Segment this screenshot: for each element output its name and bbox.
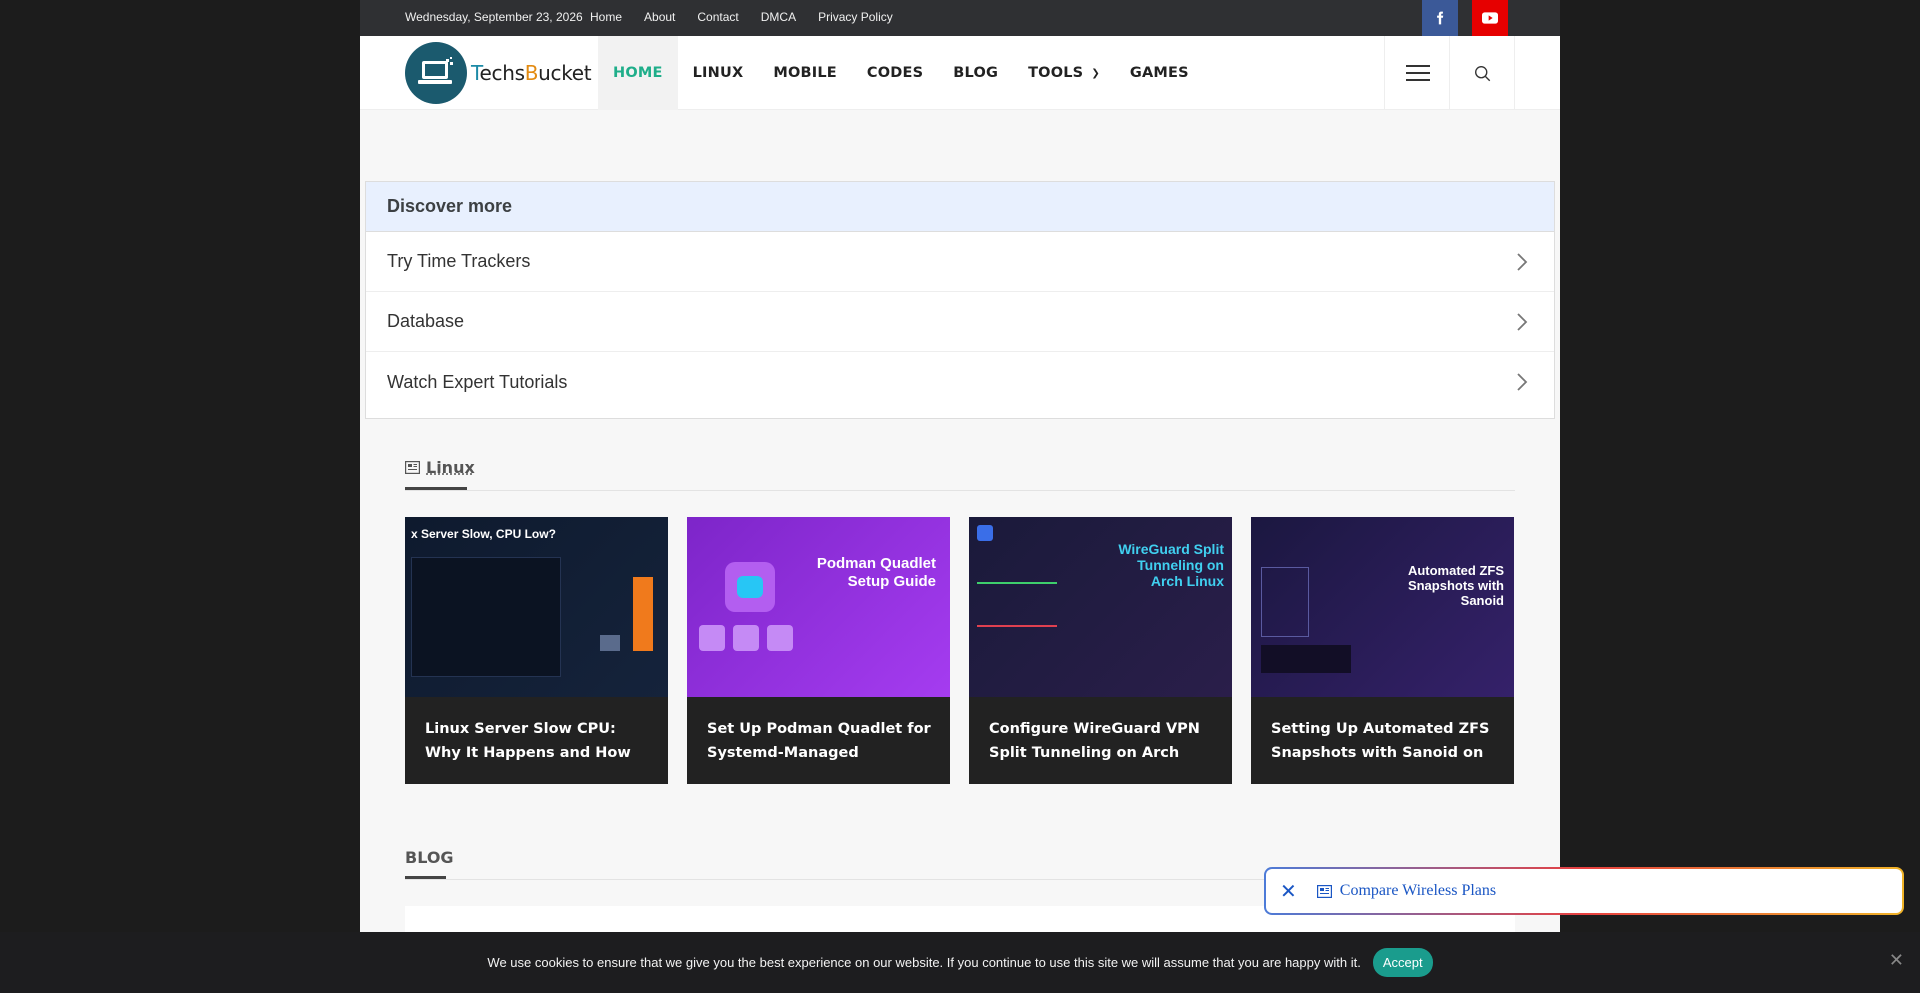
thumb-text: Podman Quadlet Setup Guide — [816, 555, 936, 590]
nav-tools-label: TOOLS — [1028, 65, 1084, 81]
youtube-icon — [1482, 12, 1498, 24]
facebook-icon — [1437, 11, 1444, 25]
top-bar: Wednesday, September 23, 2026 Home About… — [360, 0, 1560, 36]
main-header: TechsBucket HOME LINUX MOBILE CODES BLOG… — [360, 36, 1560, 110]
block-graphic — [733, 625, 759, 651]
linux-cards: x Server Slow, CPU Low? Linux Server Slo… — [405, 517, 1514, 784]
youtube-button[interactable] — [1472, 0, 1508, 36]
terminal-graphic — [411, 557, 561, 677]
top-link-home[interactable]: Home — [590, 0, 622, 34]
newspaper-icon — [405, 461, 420, 474]
post-title[interactable]: Linux Server Slow CPU: Why It Happens an… — [425, 717, 650, 765]
site-logo[interactable]: TechsBucket — [405, 42, 592, 104]
search-button[interactable] — [1449, 36, 1515, 110]
discover-item[interactable]: Watch Expert Tutorials — [366, 352, 1554, 412]
brand-text-echs: echs — [479, 61, 526, 85]
chevron-right-icon — [1517, 312, 1528, 331]
nav-home[interactable]: HOME — [598, 36, 678, 110]
top-links: Home About Contact DMCA Privacy Policy — [590, 0, 915, 34]
thumb-text: x Server Slow, CPU Low? — [411, 527, 556, 541]
linux-section-label: Linux — [426, 458, 475, 477]
nav-blog[interactable]: BLOG — [938, 36, 1013, 110]
brand-letter-b: B — [524, 61, 539, 85]
facebook-button[interactable] — [1422, 0, 1458, 36]
discover-item[interactable]: Database — [366, 292, 1554, 352]
chevron-down-icon: ❯ — [1091, 67, 1100, 79]
ad-banner[interactable]: ✕ Compare Wireless Plans — [1264, 867, 1904, 915]
close-ad-icon[interactable]: ✕ — [1280, 879, 1297, 904]
line-graphic — [977, 582, 1057, 584]
current-date: Wednesday, September 23, 2026 — [405, 10, 583, 24]
post-thumbnail: WireGuard Split Tunneling on Arch Linux — [969, 517, 1232, 697]
section-divider — [405, 490, 1515, 491]
post-card[interactable]: Podman Quadlet Setup Guide Set Up Podman… — [687, 517, 950, 784]
blog-section-title[interactable]: BLOG — [405, 848, 454, 867]
cookie-banner: We use cookies to ensure that we give yo… — [0, 932, 1920, 993]
podman-logo-icon — [725, 562, 775, 612]
main-nav: HOME LINUX MOBILE CODES BLOG TOOLS ❯ GAME… — [598, 36, 1204, 110]
discover-item-label: Try Time Trackers — [387, 251, 531, 271]
discover-item[interactable]: Try Time Trackers — [366, 232, 1554, 292]
block-graphic — [767, 625, 793, 651]
logo-circle — [405, 42, 467, 104]
post-thumbnail: Automated ZFS Snapshots with Sanoid — [1251, 517, 1514, 697]
discover-item-label: Database — [387, 311, 465, 331]
chevron-right-icon — [1517, 252, 1528, 271]
section-accent — [405, 487, 467, 490]
close-icon[interactable]: ✕ — [1889, 950, 1904, 971]
section-accent — [405, 876, 446, 879]
post-title[interactable]: Set Up Podman Quadlet for Systemd-Manage… — [707, 717, 932, 765]
chevron-right-icon — [1517, 373, 1528, 391]
top-link-contact[interactable]: Contact — [697, 0, 738, 34]
blog-section-label: BLOG — [405, 848, 454, 867]
search-icon — [1474, 65, 1490, 81]
nav-tools[interactable]: TOOLS ❯ — [1013, 36, 1115, 110]
brand-letter-t: T — [471, 61, 480, 85]
newspaper-icon — [1316, 884, 1332, 898]
post-thumbnail: x Server Slow, CPU Low? — [405, 517, 668, 697]
brand-text-ucket: ucket — [538, 61, 592, 85]
laptop-logo-icon — [418, 57, 453, 84]
panel-graphic — [1261, 567, 1309, 637]
ad-link[interactable]: Compare Wireless Plans — [1340, 882, 1496, 900]
post-title[interactable]: Setting Up Automated ZFS Snapshots with … — [1271, 717, 1496, 765]
post-card[interactable]: WireGuard Split Tunneling on Arch Linux … — [969, 517, 1232, 784]
cookie-text: We use cookies to ensure that we give yo… — [487, 955, 1361, 970]
terminal-graphic — [1261, 645, 1351, 673]
hamburger-icon — [1405, 65, 1430, 81]
thumb-text: Automated ZFS Snapshots with Sanoid — [1407, 563, 1504, 608]
bar-graphic — [600, 635, 620, 651]
nav-codes[interactable]: CODES — [852, 36, 938, 110]
discover-item-label: Watch Expert Tutorials — [387, 371, 568, 392]
top-link-dmca[interactable]: DMCA — [761, 0, 796, 34]
post-card[interactable]: x Server Slow, CPU Low? Linux Server Slo… — [405, 517, 668, 784]
linux-section-title[interactable]: Linux — [405, 458, 475, 477]
nav-mobile[interactable]: MOBILE — [758, 36, 852, 110]
top-link-privacy[interactable]: Privacy Policy — [818, 0, 893, 34]
block-graphic — [699, 625, 725, 651]
post-thumbnail: Podman Quadlet Setup Guide — [687, 517, 950, 697]
post-card[interactable]: Automated ZFS Snapshots with Sanoid Sett… — [1251, 517, 1514, 784]
discover-title: Discover more — [366, 182, 1554, 232]
app-icon — [977, 525, 993, 541]
hamburger-menu-button[interactable] — [1384, 36, 1450, 110]
top-link-about[interactable]: About — [644, 0, 675, 34]
nav-games[interactable]: GAMES — [1115, 36, 1204, 110]
brand-name: TechsBucket — [471, 61, 592, 85]
cookie-accept-button[interactable]: Accept — [1372, 948, 1433, 977]
page-container: Wednesday, September 23, 2026 Home About… — [360, 0, 1560, 993]
thumb-text: WireGuard Split Tunneling on Arch Linux — [1118, 541, 1224, 589]
post-title[interactable]: Configure WireGuard VPN Split Tunneling … — [989, 717, 1214, 765]
nav-linux[interactable]: LINUX — [678, 36, 759, 110]
discover-more-box: Discover more Try Time Trackers Database… — [365, 181, 1555, 419]
bar-graphic — [633, 577, 653, 651]
line-graphic — [977, 625, 1057, 627]
